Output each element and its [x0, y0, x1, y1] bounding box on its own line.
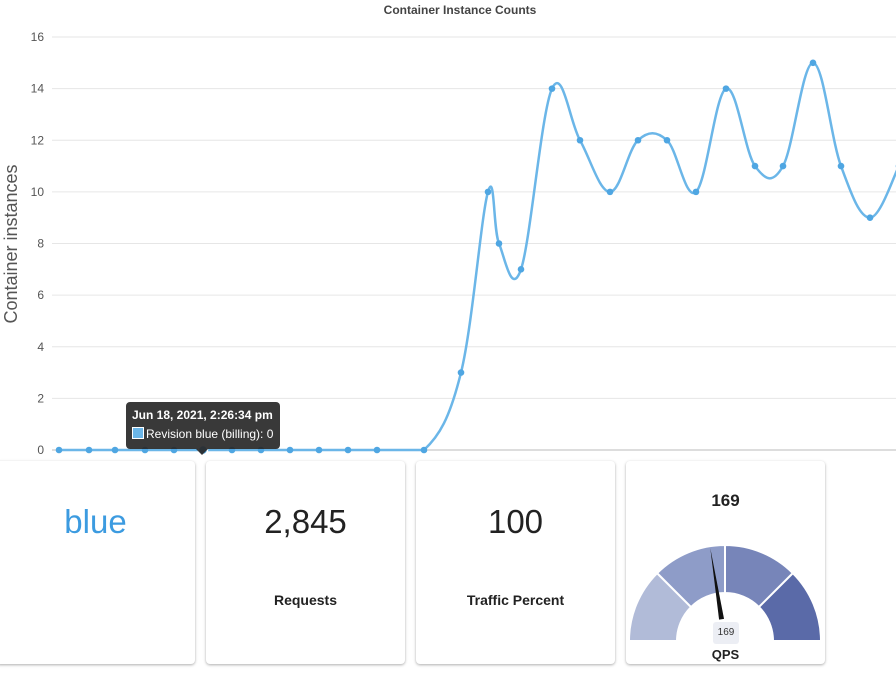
y-tick-label: 4 [37, 340, 44, 354]
revision-name: blue [64, 503, 127, 540]
traffic-label: Traffic Percent [466, 592, 565, 608]
data-point [866, 214, 874, 221]
data-point [55, 446, 63, 454]
traffic-value: 100 [487, 503, 544, 540]
data-point [315, 446, 323, 454]
data-point [837, 162, 845, 170]
data-point [344, 446, 352, 454]
data-point [692, 188, 700, 196]
series-line [58, 61, 896, 452]
tooltip-title: Jun 18, 2021, 2:26:34 pm [132, 408, 273, 422]
data-point [548, 85, 556, 92]
data-points [55, 59, 896, 456]
y-tick-label: 12 [31, 133, 45, 147]
chart-tooltip: Jun 18, 2021, 2:26:34 pm Revision blue (… [126, 402, 281, 455]
gauge-badge: 169 [713, 622, 739, 644]
data-point [576, 136, 584, 144]
data-point [517, 266, 525, 273]
series-lines [58, 61, 896, 452]
data-point [420, 446, 428, 454]
qps-card: 169 169 QPS [626, 461, 825, 664]
y-tick-label: 14 [31, 82, 45, 96]
tooltip-row: Revision blue (billing): 0 [132, 425, 273, 444]
chart-title: Container Instance Counts [384, 3, 537, 17]
container-instance-chart: Container Instance Counts Container inst… [1, 3, 896, 457]
qps-label: QPS [711, 647, 740, 662]
data-point [634, 136, 642, 144]
requests-label: Requests [273, 592, 338, 608]
requests-card: 2,845 Requests [206, 461, 405, 664]
data-point [457, 369, 465, 376]
data-point [484, 188, 492, 196]
grid-lines: 0 2 4 6 8 10 12 14 16 [31, 30, 896, 457]
y-tick-label: 8 [37, 237, 44, 251]
data-point [373, 446, 381, 454]
data-point [85, 446, 93, 454]
data-point [111, 446, 119, 454]
y-tick-label: 6 [37, 288, 44, 302]
data-point [751, 162, 759, 170]
data-point [722, 85, 730, 92]
y-tick-label: 16 [31, 30, 45, 44]
y-tick-label: 2 [37, 391, 44, 405]
data-point [286, 446, 294, 454]
data-point [606, 188, 614, 196]
data-point [779, 162, 787, 170]
data-point [809, 59, 817, 67]
y-tick-label: 0 [37, 443, 44, 457]
requests-value: 2,845 [264, 503, 347, 540]
tooltip-label: Revision blue (billing): 0 [146, 427, 274, 441]
data-point [663, 136, 671, 144]
y-tick-label: 10 [31, 185, 45, 199]
revision-card: blue [0, 461, 195, 664]
y-axis-label: Container instances [1, 164, 21, 323]
traffic-card: 100 Traffic Percent [416, 461, 615, 664]
data-point [495, 240, 503, 247]
series-swatch [132, 427, 144, 439]
